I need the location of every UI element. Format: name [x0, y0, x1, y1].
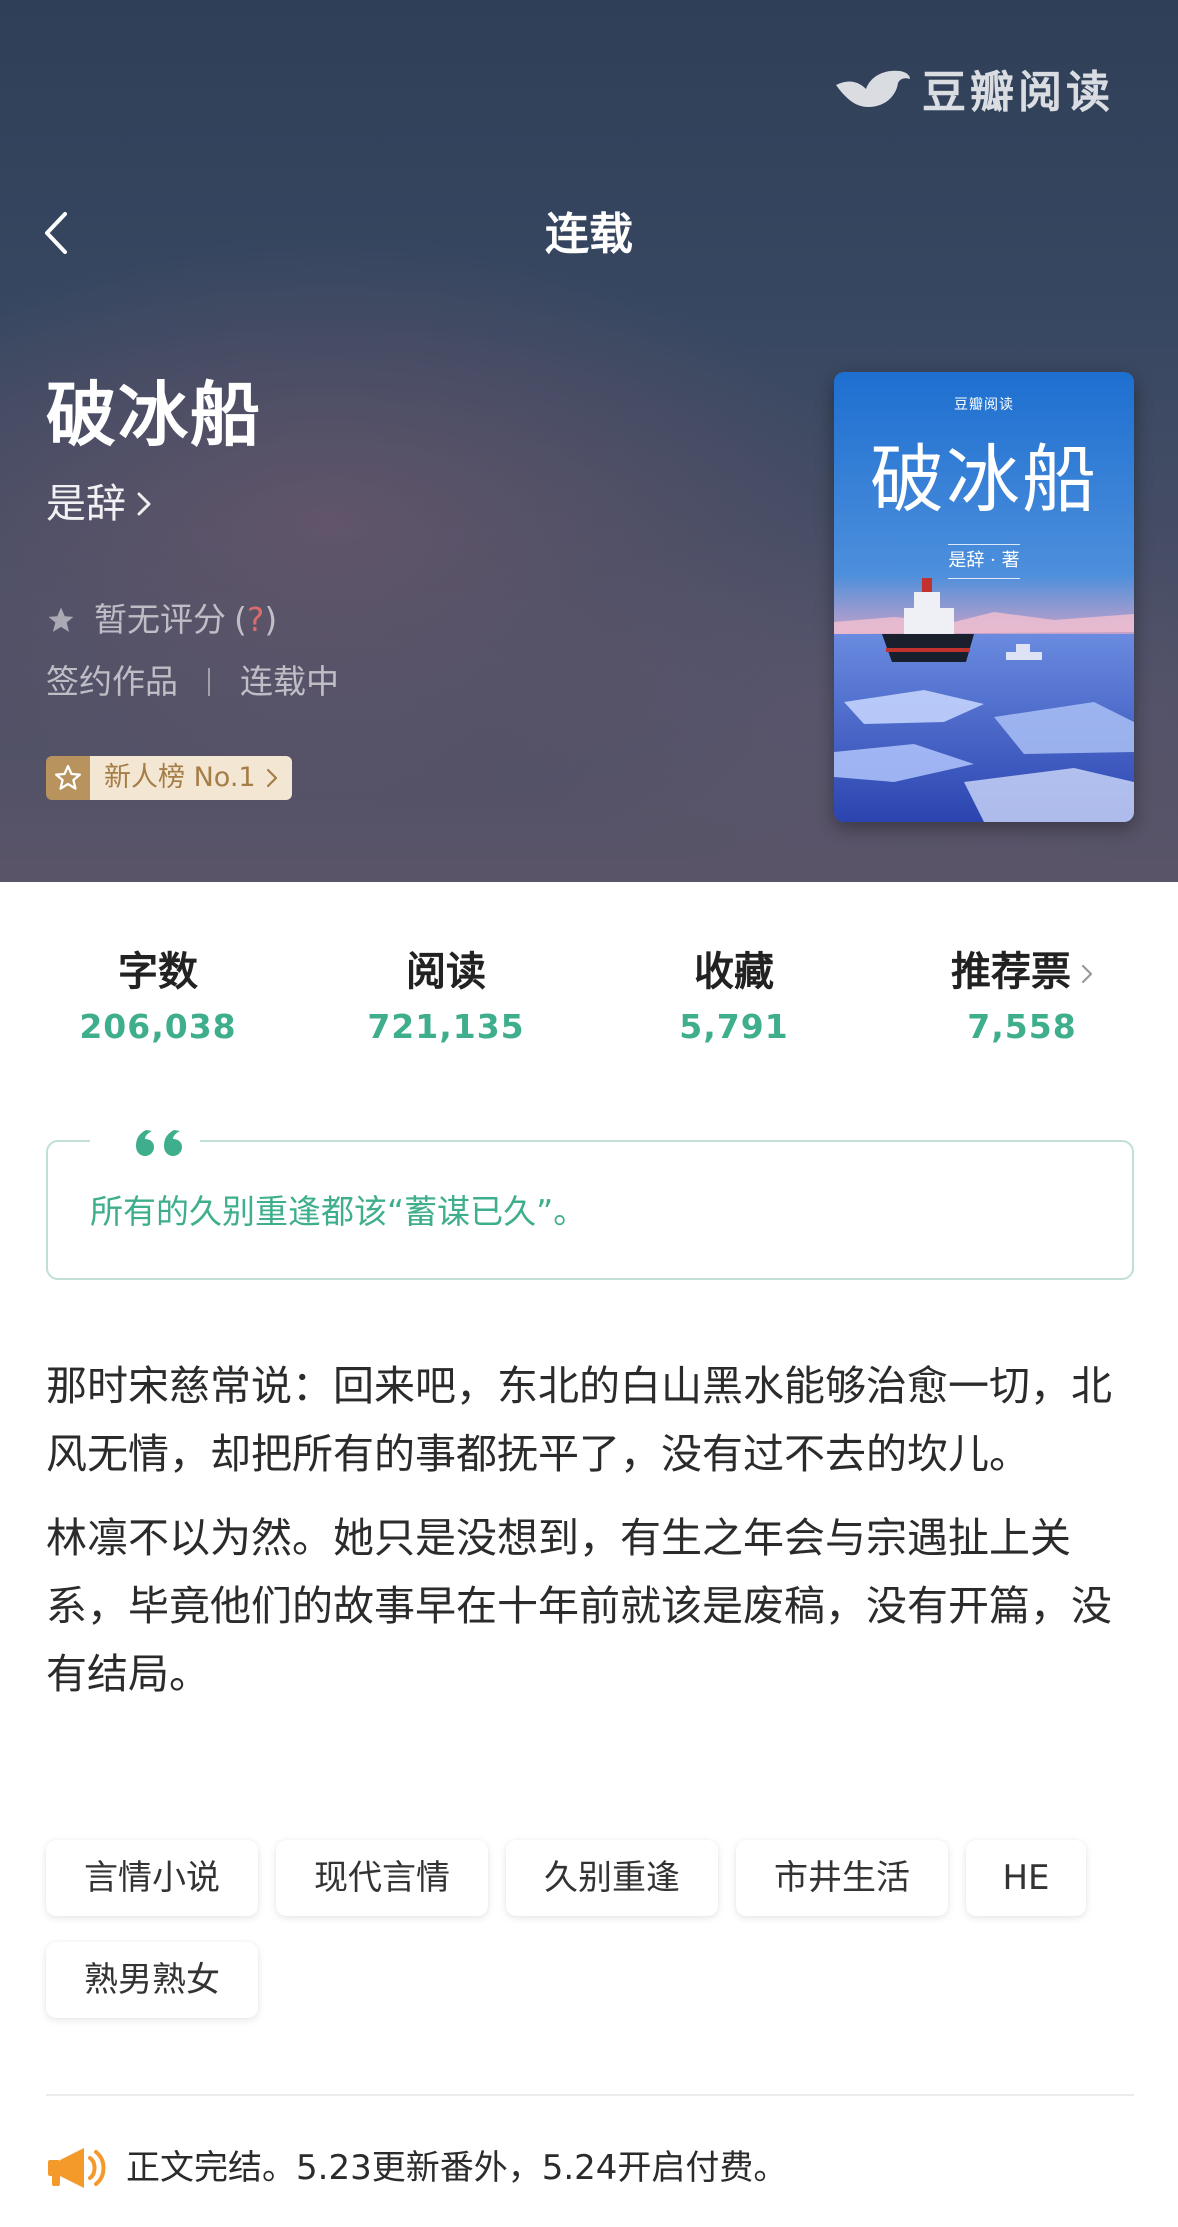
notice-text: 正文完结。5.23更新番外，5.24开启付费。 — [126, 2148, 788, 2188]
chevron-right-icon — [137, 492, 151, 516]
page-title: 连载 — [545, 209, 633, 260]
section-divider — [46, 2094, 1134, 2096]
stat-reads: 阅读 721,135 — [326, 946, 566, 1050]
stat-label: 阅读 — [406, 949, 486, 995]
stat-favorites: 收藏 5,791 — [614, 946, 854, 1050]
stat-label: 推荐票 — [951, 949, 1071, 995]
rating-text: 暂无评分 — [94, 600, 226, 639]
cover-title: 破冰船 — [870, 437, 1098, 523]
book-cover[interactable]: 豆瓣阅读 破冰船 是辞 · 著 — [834, 372, 1134, 822]
tag-chip[interactable]: 熟男熟女 — [46, 1942, 258, 2018]
synopsis: 那时宋慈常说：回来吧，东北的白山黑水能够治愈一切，北风无情，却把所有的事都抚平了… — [46, 1352, 1136, 1708]
quote-mark-icon — [90, 1124, 200, 1160]
author-link[interactable]: 是辞 — [46, 478, 152, 530]
stat-value: 721,135 — [367, 1007, 525, 1046]
tag-chip[interactable]: 久别重逢 — [506, 1840, 718, 1916]
synopsis-paragraph: 那时宋慈常说：回来吧，东北的白山黑水能够治愈一切，北风无情，却把所有的事都抚平了… — [46, 1362, 1112, 1478]
rating-help-icon: ? — [246, 600, 265, 639]
paren-open: ( — [234, 600, 247, 639]
book-meta: 签约作品 连载中 — [46, 660, 339, 704]
sign-status: 签约作品 — [46, 662, 178, 701]
tag-chip[interactable]: 市井生活 — [736, 1840, 948, 1916]
paren-close: ) — [264, 600, 278, 639]
stat-label-wrap: 推荐票 — [902, 946, 1142, 998]
synopsis-paragraph: 林凛不以为然。她只是没想到，有生之年会与宗遇扯上关系，毕竟他们的故事早在十年前就… — [46, 1514, 1112, 1698]
douban-bird-logo-icon — [836, 70, 910, 107]
progress-status: 连载中 — [240, 662, 339, 701]
update-notice: 正文完结。5.23更新番外，5.24开启付费。 — [46, 2144, 787, 2192]
meta-divider — [208, 668, 210, 696]
tag-chip[interactable]: 言情小说 — [46, 1840, 258, 1916]
megaphone-icon — [48, 2148, 106, 2188]
star-icon — [48, 607, 74, 632]
tag-chip[interactable]: 现代言情 — [276, 1840, 488, 1916]
cover-divider-bottom — [948, 578, 1020, 579]
douban-read-logo: 豆瓣阅读 — [834, 56, 1114, 120]
stat-value: 5,791 — [679, 1007, 789, 1046]
quote-glyph-icon — [136, 1130, 182, 1156]
stat-value: 206,038 — [79, 1007, 237, 1046]
rank-badge-label-wrap: 新人榜 No.1 — [90, 756, 292, 800]
brand-name: 豆瓣阅读 — [922, 67, 1114, 118]
author-name: 是辞 — [46, 481, 126, 527]
chevron-right-icon — [266, 768, 277, 788]
tag-chip[interactable]: HE — [966, 1840, 1086, 1916]
book-header: 豆瓣阅读 连载 破冰船 是辞 暂无评分 (?) 签约作品 连载中 新人榜 No. — [0, 0, 1178, 882]
stat-label: 收藏 — [694, 949, 774, 995]
cover-divider-top — [948, 544, 1020, 545]
cover-author: 是辞 · 著 — [948, 550, 1020, 571]
cover-brand: 豆瓣阅读 — [954, 397, 1014, 413]
stat-label: 字数 — [118, 949, 198, 995]
stat-recommend-votes[interactable]: 推荐票 7,558 — [902, 946, 1142, 1050]
rating-help[interactable]: (?) — [234, 598, 277, 642]
rank-badge[interactable]: 新人榜 No.1 — [46, 756, 292, 800]
star-outline-icon — [55, 765, 81, 790]
chevron-right-icon — [1081, 964, 1093, 984]
star-badge-icon — [46, 756, 90, 800]
stats-row: 字数 206,038 阅读 721,135 收藏 5,791 推荐票 7,558 — [0, 946, 1178, 1056]
tagline-box: 所有的久别重逢都该“蓄谋已久”。 — [46, 1124, 1134, 1280]
rating-row: 暂无评分 (?) — [46, 598, 277, 642]
rank-badge-label: 新人榜 No.1 — [104, 762, 256, 793]
book-title: 破冰船 — [46, 374, 262, 456]
stat-value: 7,558 — [967, 1007, 1077, 1046]
stat-word-count: 字数 206,038 — [38, 946, 278, 1050]
tagline-text: 所有的久别重逢都该“蓄谋已久”。 — [90, 1192, 587, 1231]
